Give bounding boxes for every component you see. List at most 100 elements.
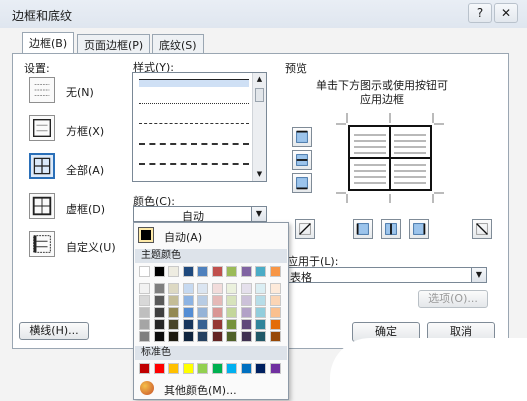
color-swatch[interactable] [182, 283, 194, 294]
color-swatch[interactable] [240, 363, 252, 374]
diagonal-down-border-button[interactable] [472, 219, 492, 239]
color-swatch[interactable] [139, 331, 150, 342]
color-swatch[interactable] [168, 307, 179, 318]
color-swatch[interactable] [182, 319, 194, 330]
color-swatch[interactable] [255, 319, 266, 330]
all-borders-icon[interactable] [29, 153, 55, 179]
color-swatch[interactable] [153, 283, 165, 294]
color-swatch[interactable] [211, 331, 223, 342]
color-swatch[interactable] [139, 307, 150, 318]
bottom-border-button[interactable] [292, 173, 312, 193]
color-swatch[interactable] [182, 363, 194, 374]
color-swatch[interactable] [240, 283, 252, 294]
horizontal-line-button[interactable]: 横线(H)... [19, 322, 89, 340]
color-swatch[interactable] [139, 295, 150, 306]
color-swatch[interactable] [255, 331, 266, 342]
color-swatch[interactable] [211, 266, 223, 277]
color-swatch[interactable] [226, 319, 237, 330]
color-swatch[interactable] [269, 295, 281, 306]
color-swatch[interactable] [269, 283, 281, 294]
inside-vertical-border-button[interactable] [381, 219, 401, 239]
scroll-up-icon[interactable]: ▲ [253, 73, 266, 86]
grid-border-icon[interactable] [29, 193, 55, 219]
tab-shading[interactable]: 底纹(S) [152, 34, 204, 54]
color-swatch[interactable] [240, 319, 252, 330]
color-swatch[interactable] [139, 363, 150, 374]
color-dropdown[interactable]: 自动 ▼ [133, 206, 267, 223]
left-border-button[interactable] [353, 219, 373, 239]
color-swatch[interactable] [182, 295, 194, 306]
tab-page-border[interactable]: 页面边框(P) [77, 34, 151, 54]
line-style-list[interactable]: ▲ ▼ [132, 72, 267, 182]
scroll-down-icon[interactable]: ▼ [253, 168, 266, 181]
style-option-long-dash[interactable] [139, 143, 249, 145]
color-swatch[interactable] [255, 283, 266, 294]
top-border-button[interactable] [292, 127, 312, 147]
style-option-solid[interactable] [139, 79, 249, 87]
color-swatch[interactable] [269, 307, 281, 318]
color-swatch[interactable] [255, 363, 266, 374]
color-swatch[interactable] [197, 363, 208, 374]
diagonal-up-border-button[interactable] [295, 219, 315, 239]
color-swatch[interactable] [211, 295, 223, 306]
style-option-dashed[interactable] [139, 123, 249, 124]
color-swatch[interactable] [197, 319, 208, 330]
color-swatch[interactable] [182, 307, 194, 318]
tab-borders[interactable]: 边框(B) [22, 32, 75, 54]
color-swatch[interactable] [182, 266, 194, 277]
color-swatch[interactable] [255, 266, 266, 277]
color-swatch[interactable] [255, 307, 266, 318]
auto-color-label[interactable]: 自动(A) [164, 229, 202, 245]
custom-border-icon[interactable] [29, 231, 55, 257]
color-swatch[interactable] [153, 363, 165, 374]
color-swatch[interactable] [168, 319, 179, 330]
color-swatch[interactable] [197, 307, 208, 318]
color-swatch[interactable] [182, 331, 194, 342]
options-button[interactable]: 选项(O)... [418, 290, 488, 308]
style-option-dash-dot[interactable] [139, 163, 249, 165]
color-swatch[interactable] [139, 319, 150, 330]
color-swatch[interactable] [226, 283, 237, 294]
color-swatch[interactable] [168, 331, 179, 342]
color-swatch[interactable] [269, 266, 281, 277]
color-swatch[interactable] [211, 307, 223, 318]
color-swatch[interactable] [226, 363, 237, 374]
color-swatch[interactable] [255, 295, 266, 306]
apply-to-dropdown[interactable]: 表格 ▼ [287, 267, 487, 284]
color-swatch[interactable] [226, 307, 237, 318]
color-swatch[interactable] [168, 266, 179, 277]
color-swatch[interactable] [153, 319, 165, 330]
color-swatch[interactable] [139, 283, 150, 294]
color-swatch[interactable] [240, 331, 252, 342]
style-option-dotted[interactable] [139, 103, 249, 104]
color-swatch[interactable] [197, 295, 208, 306]
color-swatch[interactable] [211, 283, 223, 294]
color-swatch[interactable] [211, 319, 223, 330]
color-swatch[interactable] [197, 283, 208, 294]
color-swatch[interactable] [240, 295, 252, 306]
color-swatch[interactable] [240, 266, 252, 277]
right-border-button[interactable] [409, 219, 429, 239]
color-swatch[interactable] [168, 295, 179, 306]
color-swatch[interactable] [269, 319, 281, 330]
chevron-down-icon[interactable]: ▼ [251, 207, 266, 221]
inside-horizontal-border-button[interactable] [292, 150, 312, 170]
help-button[interactable]: ? [468, 3, 492, 23]
color-swatch[interactable] [153, 266, 165, 277]
color-swatch[interactable] [153, 307, 165, 318]
color-swatch[interactable] [197, 331, 208, 342]
color-swatch[interactable] [139, 266, 150, 277]
close-button[interactable]: ✕ [494, 3, 518, 23]
color-swatch[interactable] [153, 331, 165, 342]
more-colors-link[interactable]: 其他颜色(M)... [164, 382, 237, 398]
auto-color-swatch[interactable] [138, 227, 154, 243]
color-swatch[interactable] [168, 363, 179, 374]
color-swatch[interactable] [269, 331, 281, 342]
chevron-down-icon[interactable]: ▼ [471, 268, 486, 282]
color-swatch[interactable] [226, 295, 237, 306]
none-border-icon[interactable] [29, 77, 55, 103]
color-swatch[interactable] [197, 266, 208, 277]
style-scrollbar[interactable]: ▲ ▼ [252, 73, 266, 181]
color-swatch[interactable] [240, 307, 252, 318]
color-swatch[interactable] [153, 295, 165, 306]
